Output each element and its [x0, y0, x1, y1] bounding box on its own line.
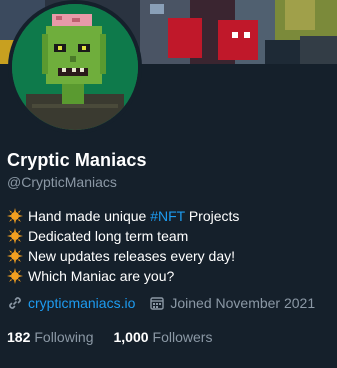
bio-line: Hand made unique #NFT Projects	[7, 206, 239, 226]
bio-line: Which Maniac are you?	[7, 266, 239, 286]
bio-text: Hand made unique #NFT Projects	[28, 208, 240, 224]
followers-label: Followers	[152, 329, 213, 345]
bio-text: Dedicated long term team	[28, 228, 189, 244]
join-date: Joined November 2021	[170, 295, 316, 311]
follow-stats: 182 Following 1,000 Followers	[7, 329, 212, 345]
calendar-icon	[150, 297, 165, 310]
zombie-avatar-image	[12, 4, 138, 130]
sun-emoji-icon	[7, 208, 23, 224]
bio-line: New updates releases every day!	[7, 246, 239, 266]
profile-avatar[interactable]	[8, 0, 142, 134]
bio: Hand made unique #NFT Projects Dedicated…	[7, 206, 239, 286]
sun-emoji-icon	[7, 268, 23, 284]
user-handle: @CrypticManiacs	[7, 174, 117, 190]
followers-count: 1,000	[113, 329, 149, 345]
bio-text: New updates releases every day!	[28, 248, 235, 264]
website-link[interactable]: crypticmaniacs.io	[28, 295, 135, 311]
link-icon	[9, 297, 21, 309]
following-count: 182	[7, 329, 31, 345]
profile-meta: crypticmaniacs.io Joined November 2021	[7, 295, 315, 311]
display-name: Cryptic Maniacs	[7, 150, 147, 170]
following-link[interactable]: 182 Following	[7, 329, 94, 345]
bio-line: Dedicated long term team	[7, 226, 239, 246]
sun-emoji-icon	[7, 248, 23, 264]
hashtag-link[interactable]: #NFT	[150, 208, 185, 224]
sun-emoji-icon	[7, 228, 23, 244]
followers-link[interactable]: 1,000 Followers	[114, 329, 213, 345]
bio-text: Which Maniac are you?	[28, 268, 175, 284]
following-label: Following	[34, 329, 94, 345]
